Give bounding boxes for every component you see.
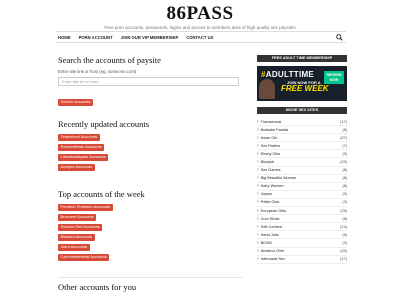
niche-label: Sex Parties	[257, 143, 280, 149]
account-link[interactable]: Sodoes Red Accounts	[58, 224, 103, 231]
niche-count: (9)	[342, 192, 347, 197]
nav-item-home[interactable]: HOME	[58, 35, 71, 40]
niche-label: Soft Content	[257, 224, 282, 230]
niche-label: European Girls	[257, 208, 286, 214]
niche-count: (3)	[342, 200, 347, 205]
niche-count: (17)	[340, 119, 347, 124]
sidebar-banner-heading: FREE ADULT TIME MEMBERSHIP	[257, 55, 347, 62]
niche-item[interactable]: Asian Girl (27)	[257, 134, 347, 143]
niche-count: (17)	[340, 257, 347, 262]
nav-item-vip-membership[interactable]: JOIN OUR VIP MEMBERSHIP	[121, 35, 179, 40]
niche-item[interactable]: Cum Shots (8)	[257, 215, 347, 224]
account-link[interactable]: Brazzers Accounts	[58, 214, 97, 221]
other-section: Other accounts for you	[58, 282, 136, 292]
niche-label: BDSM	[257, 240, 272, 246]
top-section-title: Top accounts of the week	[58, 189, 145, 199]
niche-list: Transsexual (17) Bukkake Facials (8) Asian…	[257, 118, 347, 264]
niche-label: Cum Shots	[257, 216, 280, 222]
niche-label: Blowjob	[257, 159, 274, 165]
niche-label: Sex Games	[257, 167, 281, 173]
search-hint: Enter site link or host (eg. someone.com…	[58, 69, 137, 74]
niche-label: Amateur Girls	[257, 248, 284, 254]
account-link[interactable]: Blacked Accounts	[58, 234, 95, 241]
niche-count: (27)	[340, 135, 347, 140]
niche-count: (2)	[342, 240, 347, 245]
niche-item[interactable]: Voyeur (9)	[257, 191, 347, 199]
adulttime-banner[interactable]: #ADULTTIME JOIN NOW FOR A FREE WEEK REDE…	[257, 66, 347, 101]
account-link[interactable]: Lifeinboatdyass Accounts	[58, 154, 109, 161]
niche-item[interactable]: Sex Games (8)	[257, 167, 347, 175]
niche-count: (8)	[342, 127, 347, 132]
niche-count: (8)	[342, 216, 347, 221]
banner-logo: #ADULTTIME	[261, 70, 315, 79]
account-link[interactable]: Analyze Accounts	[58, 164, 95, 171]
search-icon[interactable]	[336, 34, 343, 41]
account-link[interactable]: Teamskeet Accounts	[58, 134, 100, 141]
site-tagline: Free porn accounts, passwords, logins an…	[104, 25, 296, 30]
nav-item-contact-us[interactable]: CONTACT US	[186, 35, 213, 40]
niche-item[interactable]: Bukkake Facials (8)	[257, 126, 347, 135]
niche-item[interactable]: Interracial Sex (17)	[257, 256, 347, 264]
banner-highlight: FREE WEEK	[281, 84, 329, 93]
account-link[interactable]: Jwird Accounts	[58, 244, 90, 251]
divider	[58, 277, 243, 278]
banner-redeem-button[interactable]: REDEEM NOW	[324, 71, 344, 84]
niche-count: (5)	[342, 232, 347, 237]
account-link[interactable]: Ravenoffreak Accounts	[58, 144, 105, 151]
account-link[interactable]: Czechstreetsnet Accounts	[58, 254, 110, 261]
recent-section-title: Recently updated accounts	[58, 119, 150, 129]
top-section: Top accounts of the week Pornhub Premium…	[58, 189, 145, 264]
niche-item[interactable]: Ebony Girls (9)	[257, 150, 347, 159]
niche-count: (29)	[340, 160, 347, 165]
niche-count: (9)	[342, 151, 347, 156]
niche-item[interactable]: Sex Parties (7)	[257, 142, 347, 151]
niche-count: (8)	[342, 176, 347, 181]
nav-item-porn-account[interactable]: PORN ACCOUNT	[79, 35, 113, 40]
niche-item[interactable]: Blowjob (29)	[257, 158, 347, 167]
recent-section: Recently updated accounts Teamskeet Acco…	[58, 119, 149, 174]
niche-item[interactable]: Amateur Girls (45)	[257, 248, 347, 256]
niche-item[interactable]: Petite Girls (3)	[257, 199, 347, 208]
niche-count: (8)	[342, 168, 347, 173]
niche-item[interactable]: Big Beautiful Woman (8)	[257, 175, 347, 183]
niche-label: Hairy Women	[257, 183, 284, 189]
sidebar: FREE ADULT TIME MEMBERSHIP #ADULTTIME JO…	[257, 55, 347, 264]
niche-count: (7)	[342, 143, 347, 148]
search-section: Search the accounts of paysite Enter sit…	[58, 55, 239, 108]
niche-item[interactable]: Hairy Women (8)	[257, 183, 347, 191]
niche-item[interactable]: Soft Content (14)	[257, 223, 347, 232]
search-section-title: Search the accounts of paysite	[58, 55, 161, 65]
niche-label: Big Beautiful Woman	[257, 175, 296, 181]
niche-count: (45)	[340, 249, 347, 254]
niche-label: Petite Girls	[257, 199, 280, 205]
niche-label: Bukkake Facials	[257, 127, 289, 133]
niche-count: (8)	[342, 184, 347, 189]
main-nav: HOME PORN ACCOUNT JOIN OUR VIP MEMBERSHI…	[56, 31, 346, 43]
site-search-input[interactable]: Enter site url or host	[58, 77, 239, 86]
banner-photo	[259, 79, 275, 99]
niche-label: Interracial Sex	[257, 256, 285, 262]
niche-item[interactable]: Hand Jobs (5)	[257, 231, 347, 240]
search-accounts-button[interactable]: Search Accounts	[58, 99, 94, 106]
account-link[interactable]: Pornhub Premium Accounts	[58, 204, 113, 211]
niche-item[interactable]: European Girls (25)	[257, 207, 347, 216]
niche-label: Ebony Girls	[257, 151, 281, 157]
sidebar-niche-heading: NICHE SEX SITES	[257, 107, 347, 114]
niche-label: Voyeur	[257, 191, 273, 197]
niche-label: Asian Girl	[257, 135, 277, 141]
niche-label: Transsexual	[257, 119, 282, 125]
other-section-title: Other accounts for you	[58, 282, 137, 292]
niche-item[interactable]: BDSM (2)	[257, 239, 347, 248]
site-title[interactable]: 86PASS	[0, 3, 400, 25]
niche-item[interactable]: Transsexual (17)	[257, 118, 347, 127]
niche-count: (14)	[340, 224, 347, 229]
niche-count: (25)	[340, 208, 347, 213]
niche-label: Hand Jobs	[257, 232, 279, 238]
